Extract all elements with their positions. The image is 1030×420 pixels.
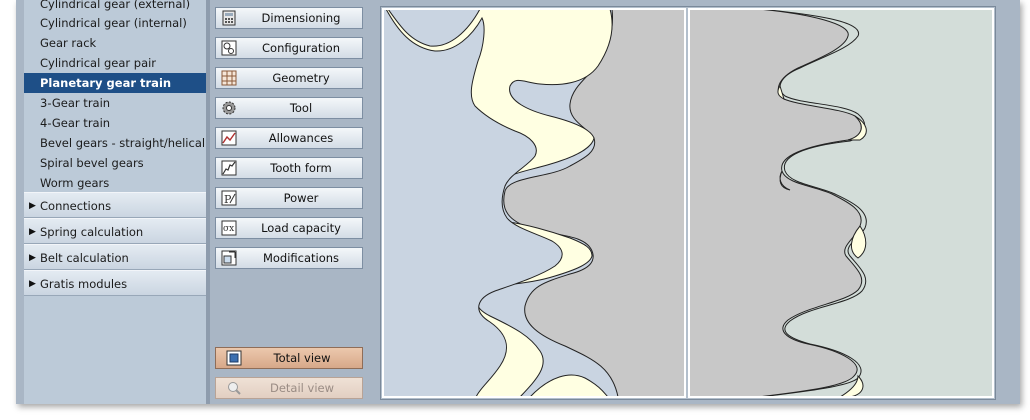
category-label: Belt calculation bbox=[40, 251, 129, 265]
button-label: Total view bbox=[273, 351, 331, 365]
detail-view-button[interactable]: Detail view bbox=[215, 377, 363, 399]
button-label: Detail view bbox=[269, 381, 334, 395]
app-window: Cylindrical gear (external) Cylindrical … bbox=[16, 0, 1020, 404]
tool-button[interactable]: Tool bbox=[215, 97, 363, 119]
sidebar-item-gear-rack[interactable]: Gear rack bbox=[24, 33, 206, 53]
svg-text:σx: σx bbox=[223, 224, 234, 234]
category-connections[interactable]: ▶ Connections bbox=[24, 192, 206, 218]
expand-arrow-icon: ▶ bbox=[29, 253, 36, 263]
sidebar-item-cylindrical-gear-external[interactable]: Cylindrical gear (external) bbox=[24, 0, 206, 14]
button-label: Allowances bbox=[268, 131, 334, 145]
sidebar-item-label: Planetary gear train bbox=[40, 76, 172, 90]
modifications-button[interactable]: Modifications bbox=[215, 247, 363, 269]
sidebar-item-cylindrical-gear-internal[interactable]: Cylindrical gear (internal) bbox=[24, 13, 206, 33]
tool-icon bbox=[222, 101, 236, 115]
allowances-icon bbox=[221, 130, 237, 146]
configuration-icon bbox=[221, 40, 237, 56]
sidebar-item-label: Bevel gears - straight/helical bbox=[40, 136, 206, 150]
sidebar-item-bevel-gears[interactable]: Bevel gears - straight/helical bbox=[24, 133, 206, 153]
button-label: Tool bbox=[289, 101, 313, 115]
sidebar-item-spiral-bevel-gears[interactable]: Spiral bevel gears bbox=[24, 153, 206, 173]
button-label: Load capacity bbox=[261, 221, 341, 235]
button-label: Power bbox=[283, 191, 319, 205]
tooth-form-icon bbox=[221, 160, 237, 176]
sidebar-item-4-gear-train[interactable]: 4-Gear train bbox=[24, 113, 206, 133]
dimensioning-button[interactable]: Dimensioning bbox=[215, 7, 363, 29]
dimensioning-icon bbox=[222, 10, 236, 26]
allowances-button[interactable]: Allowances bbox=[215, 127, 363, 149]
gear-mesh-drawing bbox=[382, 8, 994, 398]
power-icon: P bbox=[221, 190, 237, 206]
load-capacity-button[interactable]: σx Load capacity bbox=[215, 217, 363, 239]
sidebar-item-label: Worm gears bbox=[40, 176, 110, 190]
geometry-button[interactable]: Geometry bbox=[215, 67, 363, 89]
category-belt-calculation[interactable]: ▶ Belt calculation bbox=[24, 244, 206, 270]
button-label: Modifications bbox=[262, 251, 340, 265]
button-label: Dimensioning bbox=[261, 11, 341, 25]
total-view-button[interactable]: Total view bbox=[215, 347, 363, 369]
panel-divider[interactable] bbox=[206, 0, 210, 404]
modifications-icon bbox=[221, 250, 237, 266]
button-label: Geometry bbox=[272, 71, 330, 85]
category-label: Connections bbox=[40, 199, 112, 213]
sidebar-item-label: 4-Gear train bbox=[40, 116, 111, 130]
button-label: Tooth form bbox=[270, 161, 332, 175]
svg-text:P: P bbox=[224, 193, 232, 206]
sidebar: Cylindrical gear (external) Cylindrical … bbox=[24, 0, 206, 404]
sidebar-item-label: Cylindrical gear (internal) bbox=[40, 16, 187, 30]
sidebar-item-3-gear-train[interactable]: 3-Gear train bbox=[24, 93, 206, 113]
expand-arrow-icon: ▶ bbox=[29, 227, 36, 237]
sidebar-item-worm-gears[interactable]: Worm gears bbox=[24, 173, 206, 193]
configuration-button[interactable]: Configuration bbox=[215, 37, 363, 59]
magnifier-icon bbox=[228, 382, 241, 395]
total-view-icon bbox=[226, 350, 242, 366]
power-button[interactable]: P Power bbox=[215, 187, 363, 209]
geometry-icon bbox=[221, 70, 237, 86]
expand-arrow-icon: ▶ bbox=[29, 201, 36, 211]
load-capacity-icon: σx bbox=[221, 220, 237, 236]
button-label: Configuration bbox=[262, 41, 340, 55]
category-label: Spring calculation bbox=[40, 225, 144, 239]
expand-arrow-icon: ▶ bbox=[29, 279, 36, 289]
sidebar-item-planetary-gear-train[interactable]: Planetary gear train bbox=[24, 73, 206, 93]
tooth-form-button[interactable]: Tooth form bbox=[215, 157, 363, 179]
category-spring-calculation[interactable]: ▶ Spring calculation bbox=[24, 218, 206, 244]
sidebar-item-label: Cylindrical gear pair bbox=[40, 56, 157, 70]
sidebar-item-label: Cylindrical gear (external) bbox=[40, 0, 191, 11]
sidebar-item-cylindrical-gear-pair[interactable]: Cylindrical gear pair bbox=[24, 53, 206, 73]
sidebar-item-label: Gear rack bbox=[40, 36, 97, 50]
sidebar-item-label: 3-Gear train bbox=[40, 96, 111, 110]
category-gratis-modules[interactable]: ▶ Gratis modules bbox=[24, 270, 206, 296]
category-label: Gratis modules bbox=[40, 277, 128, 291]
sidebar-item-label: Spiral bevel gears bbox=[40, 156, 144, 170]
